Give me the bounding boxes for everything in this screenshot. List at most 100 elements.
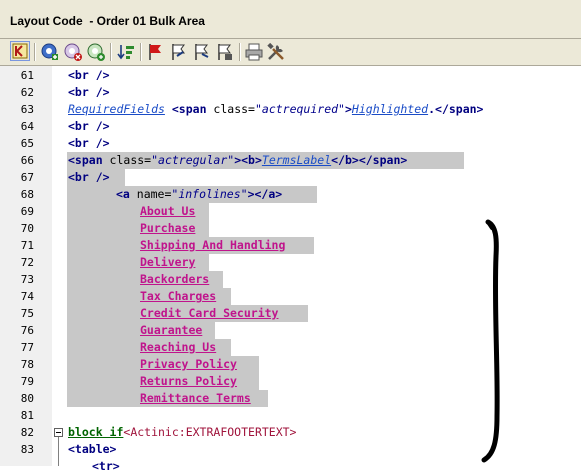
line-number: 66 [20, 154, 34, 167]
code-keyword[interactable]: block if [68, 425, 123, 439]
line-number: 72 [20, 256, 34, 269]
info-link-privacy-policy[interactable]: Privacy Policy [140, 357, 237, 371]
line-number: 82 [20, 426, 34, 439]
print-icon[interactable] [244, 42, 264, 62]
info-link-guarantee[interactable]: Guarantee [140, 323, 202, 337]
code-line: <br /> [68, 84, 110, 101]
info-link-backorders[interactable]: Backorders [140, 272, 209, 286]
code-token: <br /> [68, 68, 110, 82]
code-line: <span class="actregular"><b>TermsLabel</… [68, 152, 407, 169]
window-title: Layout Code - Order 01 Bulk Area [10, 14, 205, 28]
link-line: About Us [140, 203, 195, 220]
flag-arrow-icon[interactable] [169, 42, 189, 62]
handdrawn-brace-annotation [481, 219, 500, 463]
line-number: 61 [20, 69, 34, 82]
line-number: 74 [20, 290, 34, 303]
insert-icon[interactable] [40, 42, 60, 62]
sort-icon[interactable] [116, 42, 136, 62]
flag-icon[interactable] [146, 42, 166, 62]
fold-guide-line [58, 437, 59, 466]
placeholder-token[interactable]: Highlighted [352, 102, 428, 116]
line-number: 70 [20, 222, 34, 235]
info-link-returns-policy[interactable]: Returns Policy [140, 374, 237, 388]
code-editor[interactable]: 61 62 63 64 65 66 67 68 69 70 71 72 73 7… [0, 66, 581, 473]
code-token: > [344, 102, 352, 116]
code-token: "actrequired" [254, 102, 345, 116]
line-number: 81 [20, 409, 34, 422]
code-token: class= [206, 102, 255, 116]
placeholder-token[interactable]: RequiredFields [68, 102, 165, 116]
info-link-delivery[interactable]: Delivery [140, 255, 195, 269]
collapse-icon[interactable] [10, 41, 30, 61]
code-line: <br /> [68, 135, 110, 152]
toolbar-separator [239, 43, 241, 61]
code-token: <br /> [68, 170, 110, 184]
line-number: 63 [20, 103, 34, 116]
link-line: Tax Charges [140, 288, 216, 305]
code-token: <span [171, 102, 207, 116]
code-line: RequiredFields <span class="actrequired"… [68, 101, 483, 118]
toolbar-separator [110, 43, 112, 61]
info-link-purchase[interactable]: Purchase [140, 221, 195, 235]
info-link-tax-charges[interactable]: Tax Charges [140, 289, 216, 303]
code-line: <tr> [92, 458, 120, 475]
code-token: .</span> [428, 102, 484, 116]
code-token: <a [116, 187, 130, 201]
code-token: ></a> [247, 187, 283, 201]
line-number: 68 [20, 188, 34, 201]
toolbar-separator [140, 43, 142, 61]
code-line: <a name="infolines"></a> [116, 186, 282, 203]
info-link-about-us[interactable]: About Us [140, 204, 195, 218]
line-number: 77 [20, 341, 34, 354]
code-token: "actregular" [151, 153, 235, 167]
link-line: Remittance Terms [140, 390, 251, 407]
line-number: 76 [20, 324, 34, 337]
code-token: ><b> [234, 153, 262, 167]
info-link-remittance-terms[interactable]: Remittance Terms [140, 391, 251, 405]
add-icon[interactable] [86, 42, 106, 62]
line-number: 79 [20, 375, 34, 388]
line-number: 65 [20, 137, 34, 150]
line-number: 83 [20, 443, 34, 456]
info-link-credit-card-security[interactable]: Credit Card Security [140, 306, 278, 320]
line-number: 67 [20, 171, 34, 184]
tools-icon[interactable] [266, 42, 286, 62]
link-line: Shipping And Handling [140, 237, 285, 254]
code-token: <Actinic:EXTRAFOOTERTEXT> [123, 425, 297, 439]
code-line: <table> [68, 441, 116, 458]
line-number: 75 [20, 307, 34, 320]
line-number: 62 [20, 86, 34, 99]
code-token: <table> [68, 442, 117, 456]
code-token: <span [68, 153, 103, 167]
code-line: block if<Actinic:EXTRAFOOTERTEXT> [68, 424, 296, 441]
code-token: <br /> [68, 85, 110, 99]
line-number: 78 [20, 358, 34, 371]
title-bar: Layout Code - Order 01 Bulk Area [0, 0, 581, 39]
info-link-reaching-us[interactable]: Reaching Us [140, 340, 216, 354]
link-line: Returns Policy [140, 373, 237, 390]
link-line: Backorders [140, 271, 209, 288]
line-number: 64 [20, 120, 34, 133]
toolbar [0, 39, 581, 66]
code-token: <br /> [68, 136, 110, 150]
code-token: </b></span> [331, 153, 408, 167]
link-line: Purchase [140, 220, 195, 237]
flag-settings-icon[interactable] [215, 42, 235, 62]
flag-back-icon[interactable] [192, 42, 212, 62]
fold-toggle[interactable] [54, 428, 63, 437]
code-line: <br /> [68, 169, 110, 186]
link-line: Reaching Us [140, 339, 216, 356]
remove-icon[interactable] [63, 42, 83, 62]
code-token: <br /> [68, 119, 110, 133]
link-line: Credit Card Security [140, 305, 278, 322]
code-token: name= [129, 187, 172, 201]
code-token: class= [102, 153, 152, 167]
code-token: "infolines" [171, 187, 248, 201]
info-link-shipping[interactable]: Shipping And Handling [140, 238, 285, 252]
line-number: 69 [20, 205, 34, 218]
link-line: Guarantee [140, 322, 202, 339]
placeholder-token[interactable]: TermsLabel [262, 153, 331, 167]
code-line: <br /> [68, 118, 110, 135]
link-line: Delivery [140, 254, 195, 271]
code-token: <tr> [92, 459, 120, 473]
